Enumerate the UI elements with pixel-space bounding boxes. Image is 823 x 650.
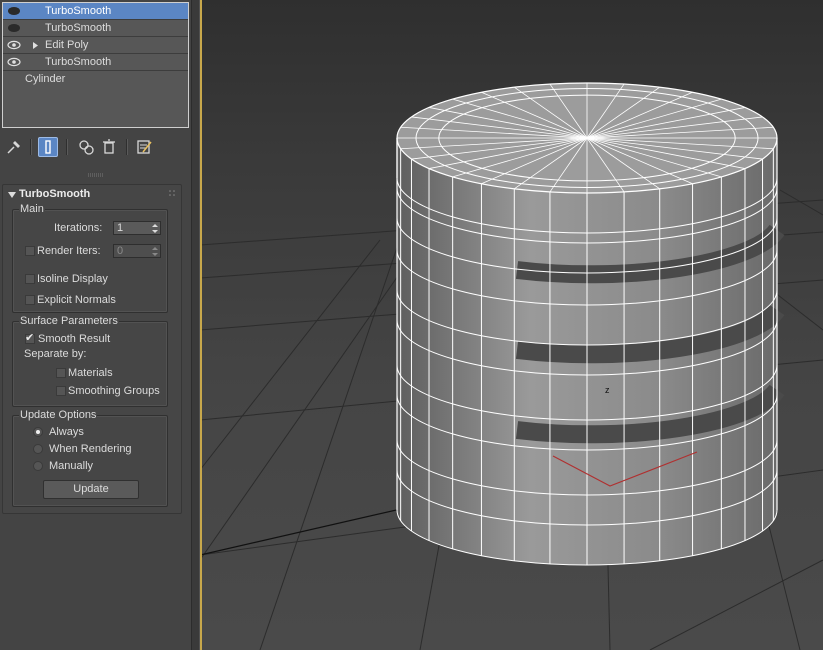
radio-manually-label: Manually (49, 460, 94, 472)
remove-modifier-icon[interactable] (99, 137, 119, 157)
show-end-result-button[interactable] (38, 137, 58, 157)
radio-always[interactable] (33, 427, 43, 437)
collapse-arrow-icon[interactable] (8, 192, 16, 198)
show-end-result-icon (45, 140, 51, 154)
checkmark-icon: ✔ (25, 332, 35, 344)
stack-item-label: Cylinder (25, 73, 66, 85)
toolbar-separator (30, 139, 32, 155)
stack-item-label: TurboSmooth (45, 5, 112, 17)
turbosmooth-rollout: TurboSmooth Main Iterations: 1 Render It… (2, 184, 182, 514)
eye-off-icon[interactable] (7, 5, 21, 17)
iterations-value: 1 (117, 222, 124, 234)
pin-stack-icon[interactable] (4, 137, 24, 157)
spinner-arrows-icon[interactable] (152, 246, 158, 257)
modifier-stack-toolbar (0, 134, 191, 160)
isoline-display-label: Isoline Display (37, 273, 108, 285)
eye-icon[interactable] (7, 39, 21, 51)
smoothing-groups-checkbox[interactable] (56, 386, 66, 396)
surface-parameters-title: Surface Parameters (19, 315, 119, 327)
toolbar-separator (126, 139, 128, 155)
isoline-display-checkbox[interactable] (25, 274, 35, 284)
render-iters-checkbox[interactable] (25, 246, 35, 256)
panel-resize-grip[interactable] (88, 173, 104, 177)
stack-item-cylinder[interactable]: Cylinder (3, 71, 188, 88)
stack-item-turbosmooth-1[interactable]: TurboSmooth (3, 3, 188, 20)
radio-when-rendering[interactable] (33, 444, 43, 454)
expand-arrow-icon[interactable] (31, 37, 39, 54)
toolbar-separator (66, 139, 68, 155)
explicit-normals-checkbox[interactable] (25, 295, 35, 305)
configure-modifier-sets-icon[interactable] (134, 137, 154, 157)
turbosmooth-cylinder-mesh (396, 82, 785, 566)
command-panel: TurboSmooth TurboSmooth Edit Poly TurboS… (0, 0, 191, 650)
materials-checkbox[interactable] (56, 368, 66, 378)
viewport-scene: z (200, 82, 823, 650)
materials-label: Materials (68, 367, 113, 379)
iterations-spinner[interactable]: 1 (113, 221, 161, 235)
update-options-title: Update Options (19, 409, 98, 421)
separate-by-label: Separate by: (24, 348, 87, 360)
stack-item-label: Edit Poly (45, 39, 89, 51)
gizmo-axis-label: z (605, 385, 610, 395)
spinner-arrows-icon[interactable] (152, 223, 158, 234)
main-group-title: Main (19, 203, 45, 215)
make-unique-icon[interactable] (76, 137, 96, 157)
perspective-viewport[interactable]: z (200, 0, 823, 650)
panel-scrollbar[interactable] (191, 0, 200, 650)
stack-item-turbosmooth-3[interactable]: TurboSmooth (3, 54, 188, 71)
stack-item-label: TurboSmooth (45, 56, 112, 68)
active-viewport-border (200, 0, 202, 650)
update-button[interactable]: Update (43, 480, 139, 499)
render-iters-label: Render Iters: (37, 245, 101, 257)
eye-off-icon[interactable] (7, 22, 21, 34)
rollout-grip-icon[interactable] (169, 190, 175, 196)
radio-always-label: Always (49, 426, 84, 438)
smooth-result-label: Smooth Result (38, 333, 111, 345)
rollout-title[interactable]: TurboSmooth (19, 188, 90, 200)
smoothing-groups-label: Smoothing Groups (68, 385, 160, 397)
radio-manually[interactable] (33, 461, 43, 471)
render-iters-spinner[interactable]: 0 (113, 244, 161, 258)
radio-when-rendering-label: When Rendering (49, 443, 132, 455)
modifier-stack-list[interactable]: TurboSmooth TurboSmooth Edit Poly TurboS… (2, 2, 189, 128)
stack-item-edit-poly[interactable]: Edit Poly (3, 37, 188, 54)
eye-icon[interactable] (7, 56, 21, 68)
iterations-label: Iterations: (54, 222, 103, 234)
explicit-normals-label: Explicit Normals (37, 294, 116, 306)
stack-item-label: TurboSmooth (45, 22, 112, 34)
render-iters-value: 0 (117, 245, 124, 257)
stack-item-turbosmooth-2[interactable]: TurboSmooth (3, 20, 188, 37)
smooth-result-checkbox[interactable]: ✔ (25, 332, 35, 344)
